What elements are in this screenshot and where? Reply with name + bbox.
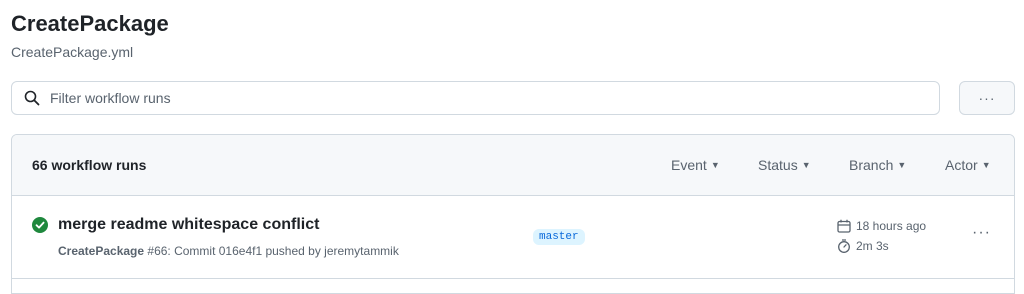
more-options-button[interactable]: ··· (959, 81, 1015, 115)
workflow-filename: CreatePackage.yml (11, 44, 134, 60)
filter-input[interactable] (48, 89, 932, 107)
stopwatch-icon (838, 239, 850, 253)
actor-filter[interactable]: Actor ▼ (945, 157, 991, 173)
runs-header: 66 workflow runs Event ▼ Status ▼ Branch ▼ … (12, 135, 1014, 196)
run-meta: CreatePackage #66: Commit 016e4f1 pushed… (58, 244, 399, 258)
search-icon (24, 90, 40, 106)
run-workflow-name: CreatePackage (58, 244, 145, 258)
run-duration-value: 2m 3s (856, 239, 889, 253)
filter-workflow-runs[interactable] (11, 81, 940, 115)
kebab-horizontal-icon: ··· (978, 90, 996, 106)
check-circle-icon (32, 217, 48, 233)
run-time-ago: 18 hours ago (856, 219, 927, 233)
run-duration: 2m 3s (837, 239, 889, 253)
kebab-horizontal-icon: ··· (972, 224, 991, 241)
runs-count: 66 workflow runs (32, 157, 147, 173)
calendar-icon (837, 219, 851, 233)
run-time: 18 hours ago (837, 219, 926, 233)
branch-filter[interactable]: Branch ▼ (849, 157, 906, 173)
workflow-runs-list: 66 workflow runs Event ▼ Status ▼ Branch ▼ … (11, 134, 1015, 294)
event-filter[interactable]: Event ▼ (671, 157, 720, 173)
run-more-button[interactable]: ··· (972, 224, 991, 242)
chevron-down-icon: ▼ (710, 160, 720, 170)
page-title: CreatePackage (11, 11, 169, 36)
run-title-link[interactable]: merge readme whitespace conflict (58, 216, 319, 234)
branch-label[interactable]: master (533, 229, 585, 245)
branch-filter-label: Branch (849, 157, 894, 173)
chevron-down-icon: ▼ (897, 160, 907, 170)
workflow-run-row[interactable]: merge readme whitespace conflict CreateP… (12, 196, 1014, 279)
run-meta-text: #66: Commit 016e4f1 pushed by jeremytamm… (144, 244, 399, 258)
actor-filter-label: Actor (945, 157, 978, 173)
status-filter-label: Status (758, 157, 798, 173)
event-filter-label: Event (671, 157, 707, 173)
chevron-down-icon: ▼ (981, 160, 991, 170)
chevron-down-icon: ▼ (801, 160, 811, 170)
status-filter[interactable]: Status ▼ (758, 157, 811, 173)
